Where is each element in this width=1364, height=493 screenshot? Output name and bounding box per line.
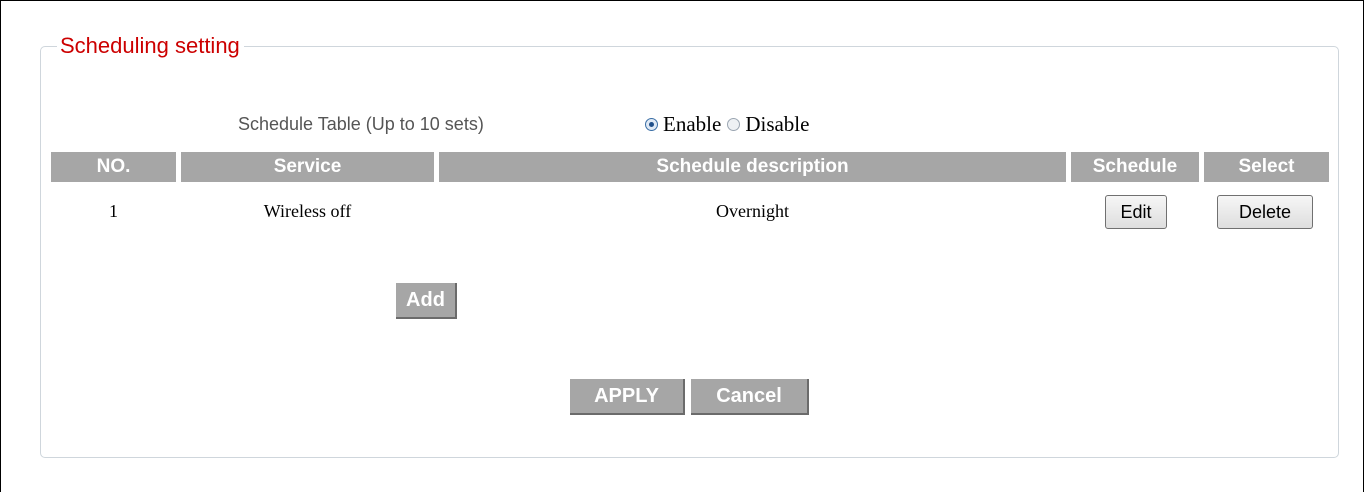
- add-button[interactable]: Add: [396, 283, 457, 319]
- header-no: NO.: [51, 152, 176, 182]
- apply-button[interactable]: APPLY: [570, 379, 685, 415]
- table-row-1-description: Overnight: [716, 201, 789, 221]
- cancel-button[interactable]: Cancel: [691, 379, 809, 415]
- header-schedule-description: Schedule description: [439, 152, 1066, 182]
- enable-radio-label[interactable]: Enable: [663, 111, 721, 137]
- disable-radio-label[interactable]: Disable: [745, 111, 809, 137]
- edit-button[interactable]: Edit: [1105, 195, 1167, 229]
- schedule-table-label: Schedule Table (Up to 10 sets): [238, 114, 484, 134]
- section-title: Scheduling setting: [57, 31, 244, 61]
- delete-button[interactable]: Delete: [1217, 195, 1313, 229]
- header-schedule: Schedule: [1071, 152, 1199, 182]
- header-service: Service: [181, 152, 434, 182]
- enable-radio[interactable]: [645, 117, 658, 131]
- scheduling-fieldset: [40, 46, 1339, 458]
- header-select: Select: [1204, 152, 1329, 182]
- disable-radio[interactable]: [727, 117, 741, 131]
- table-row-1-service: Wireless off: [263, 201, 352, 221]
- table-row-1-no: 1: [109, 201, 118, 221]
- schedule-table-radio-group: Enable Disable: [645, 111, 815, 137]
